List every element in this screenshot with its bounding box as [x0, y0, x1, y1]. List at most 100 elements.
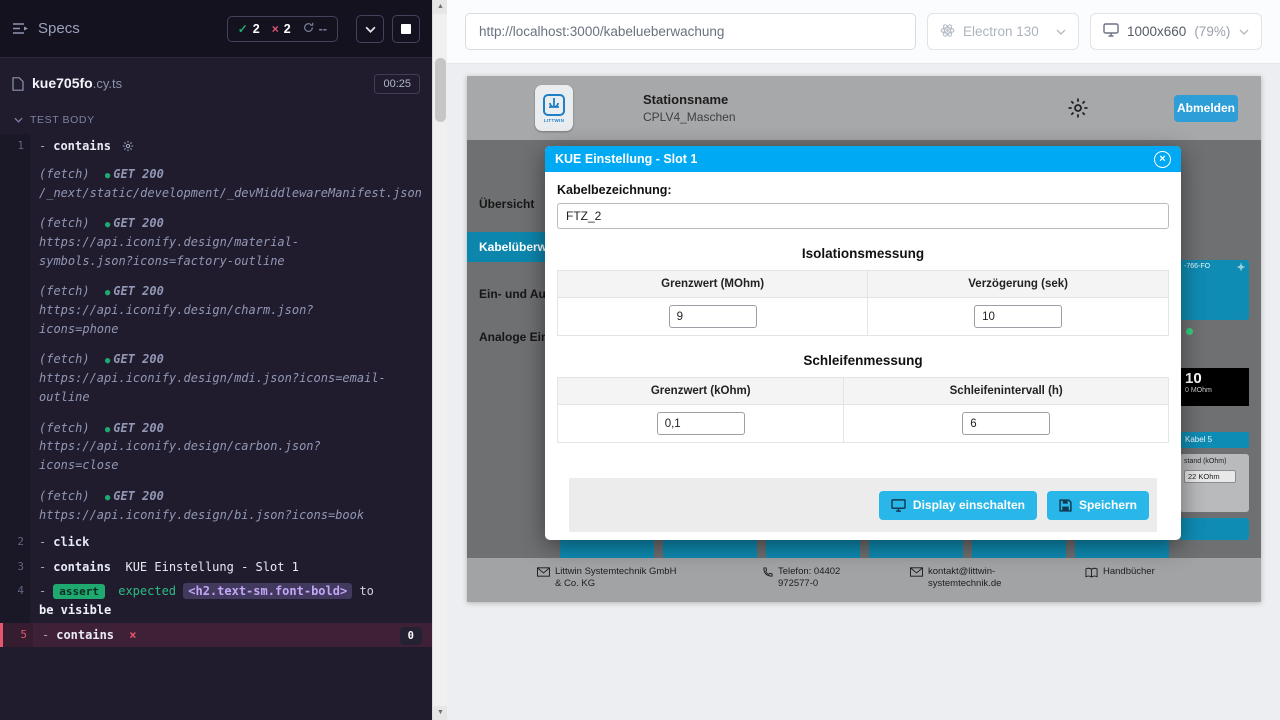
scroll-up-icon[interactable]: ▲	[433, 0, 448, 14]
chevron-down-icon	[1056, 29, 1066, 35]
footer-manuals[interactable]: Handbücher	[1085, 566, 1155, 578]
close-icon[interactable]: ×	[1154, 151, 1171, 168]
command-row-contains-1[interactable]: 1 -contains	[0, 134, 432, 159]
fetch-log-row[interactable]: (fetch) ●GET 200 /_next/static/developme…	[0, 159, 432, 209]
collapse-button[interactable]	[356, 15, 384, 43]
refresh-icon	[303, 22, 314, 36]
logout-button[interactable]: Abmelden	[1174, 95, 1238, 122]
value-panel-label: stand (kOhm)	[1184, 458, 1245, 465]
sidebar-item-uebersicht[interactable]: Übersicht	[479, 197, 534, 211]
value-panel-value: 22 KOhm	[1184, 470, 1236, 483]
test-body-section[interactable]: TEST BODY	[0, 102, 432, 134]
scroll-down-icon[interactable]: ▼	[433, 706, 448, 720]
spec-header[interactable]: kue705fo.cy.ts 00:25	[0, 58, 432, 102]
footer-phone: Telefon: 04402 972577-0	[762, 566, 863, 591]
stage-toolbar: http://localhost:3000/kabelueberwachung …	[447, 0, 1280, 64]
runner-scrollbar[interactable]: ▲ ▼	[432, 0, 447, 720]
isolation-delay-input[interactable]	[974, 305, 1062, 328]
isolation-limit-input[interactable]	[669, 305, 757, 328]
command-number: 5	[3, 623, 33, 648]
isolation-section-title: Isolationsmessung	[557, 246, 1169, 261]
station-name: CPLV4_Maschen	[643, 110, 736, 124]
display-on-button[interactable]: Display einschalten	[879, 491, 1037, 520]
kabel-label: Kabel 5	[1180, 432, 1249, 448]
status-dot-icon: ●	[105, 493, 110, 503]
fetch-log-row[interactable]: (fetch) ●GET 200 https://api.iconify.des…	[0, 208, 432, 276]
specs-label[interactable]: Specs	[38, 20, 80, 37]
assert-badge: assert	[53, 584, 105, 599]
save-floppy-icon	[1059, 499, 1072, 512]
command-number: 1	[0, 134, 30, 159]
url-text: http://localhost:3000/kabelueberwachung	[479, 24, 724, 39]
fetch-status: GET 200	[113, 216, 164, 230]
save-button[interactable]: Speichern	[1047, 491, 1149, 520]
loop-interval-input[interactable]	[962, 412, 1050, 435]
measurement-value: 10	[1185, 370, 1244, 387]
runner-header: Specs ✓ 2 × 2 --	[0, 0, 432, 58]
browser-name: Electron 130	[963, 24, 1039, 39]
isolation-table: Grenzwert (MOhm) Verzögerung (sek)	[557, 270, 1169, 336]
browser-selector[interactable]: Electron 130	[927, 13, 1079, 50]
logo-text: LITTWIN	[544, 118, 564, 123]
url-bar[interactable]: http://localhost:3000/kabelueberwachung	[465, 13, 916, 50]
spec-file-icon	[12, 77, 24, 91]
pending-count: --	[319, 22, 327, 36]
fetch-label: (fetch)	[39, 421, 90, 435]
command-dash: -	[39, 560, 46, 574]
command-row-click[interactable]: 2 -click	[0, 530, 432, 555]
mail-icon	[537, 567, 550, 577]
failed-count: 2	[284, 22, 291, 36]
modal-footer: Display einschalten Speichern	[569, 478, 1157, 532]
viewport-monitor-icon	[1103, 23, 1119, 40]
settings-gear-icon[interactable]	[1067, 97, 1089, 119]
fetch-status: GET 200	[113, 421, 164, 435]
station-fragment-text: -766-FO	[1184, 263, 1210, 317]
measurement-display: 10 0 MOhm	[1180, 368, 1249, 406]
cyan-panel-fragment	[1180, 518, 1249, 540]
app-footer: Littwin Systemtechnik GmbH & Co. KG Tele…	[467, 558, 1261, 602]
fetch-log-row[interactable]: (fetch) ●GET 200 https://api.iconify.des…	[0, 413, 432, 481]
fetch-label: (fetch)	[39, 216, 90, 230]
command-number: 3	[0, 555, 30, 580]
fetch-url: https://api.iconify.design/charm.json?ic…	[39, 301, 388, 338]
chevron-down-icon	[365, 20, 376, 38]
isolation-col2-header: Verzögerung (sek)	[868, 271, 1169, 298]
status-dot-icon: ●	[105, 288, 110, 298]
command-name: click	[53, 535, 89, 549]
fetch-log-row[interactable]: (fetch) ●GET 200 https://api.iconify.des…	[0, 481, 432, 531]
fetch-status: GET 200	[113, 352, 164, 366]
passed-check-icon: ✓	[238, 22, 248, 36]
command-dash: -	[39, 584, 46, 598]
electron-icon	[940, 23, 955, 41]
littwin-logo: LITTWIN	[535, 85, 573, 131]
assert-element: <h2.text-sm.font-bold>	[183, 583, 352, 599]
command-row-contains-failed[interactable]: 5 -contains × 0	[0, 623, 432, 648]
phone-icon	[762, 567, 773, 578]
gear-icon	[122, 140, 134, 152]
spec-name: kue705fo	[32, 75, 93, 91]
stop-button[interactable]	[392, 15, 420, 43]
test-body-label: TEST BODY	[30, 114, 95, 126]
stat-pending: --	[303, 22, 327, 36]
failed-x-icon: ×	[272, 22, 279, 36]
command-name: contains	[53, 560, 111, 574]
fetch-log-row[interactable]: (fetch) ●GET 200 https://api.iconify.des…	[0, 276, 432, 344]
cable-name-input[interactable]	[557, 203, 1169, 229]
modal-title: KUE Einstellung - Slot 1	[555, 152, 697, 166]
viewport-selector[interactable]: 1000x660 (79%)	[1090, 13, 1262, 50]
loop-limit-input[interactable]	[657, 412, 745, 435]
spec-extension: .cy.ts	[93, 76, 122, 91]
command-dash: -	[39, 535, 46, 549]
fetch-label: (fetch)	[39, 489, 90, 503]
scroll-thumb[interactable]	[435, 58, 446, 122]
footer-email: kontakt@littwin-systemtechnik.de	[910, 566, 1038, 591]
specs-list-icon[interactable]	[12, 22, 29, 35]
command-argument: KUE Einstellung - Slot 1	[125, 560, 298, 574]
status-dot-icon: ●	[105, 220, 110, 230]
command-row-assert[interactable]: 4 -assert expected <h2.text-sm.font-bold…	[0, 579, 432, 622]
fetch-url: https://api.iconify.design/mdi.json?icon…	[39, 369, 388, 406]
fetch-url: https://api.iconify.design/bi.json?icons…	[39, 506, 388, 525]
fetch-log-row[interactable]: (fetch) ●GET 200 https://api.iconify.des…	[0, 344, 432, 412]
command-row-contains-2[interactable]: 3 -contains KUE Einstellung - Slot 1	[0, 555, 432, 580]
station-title: Stationsname	[643, 92, 736, 107]
